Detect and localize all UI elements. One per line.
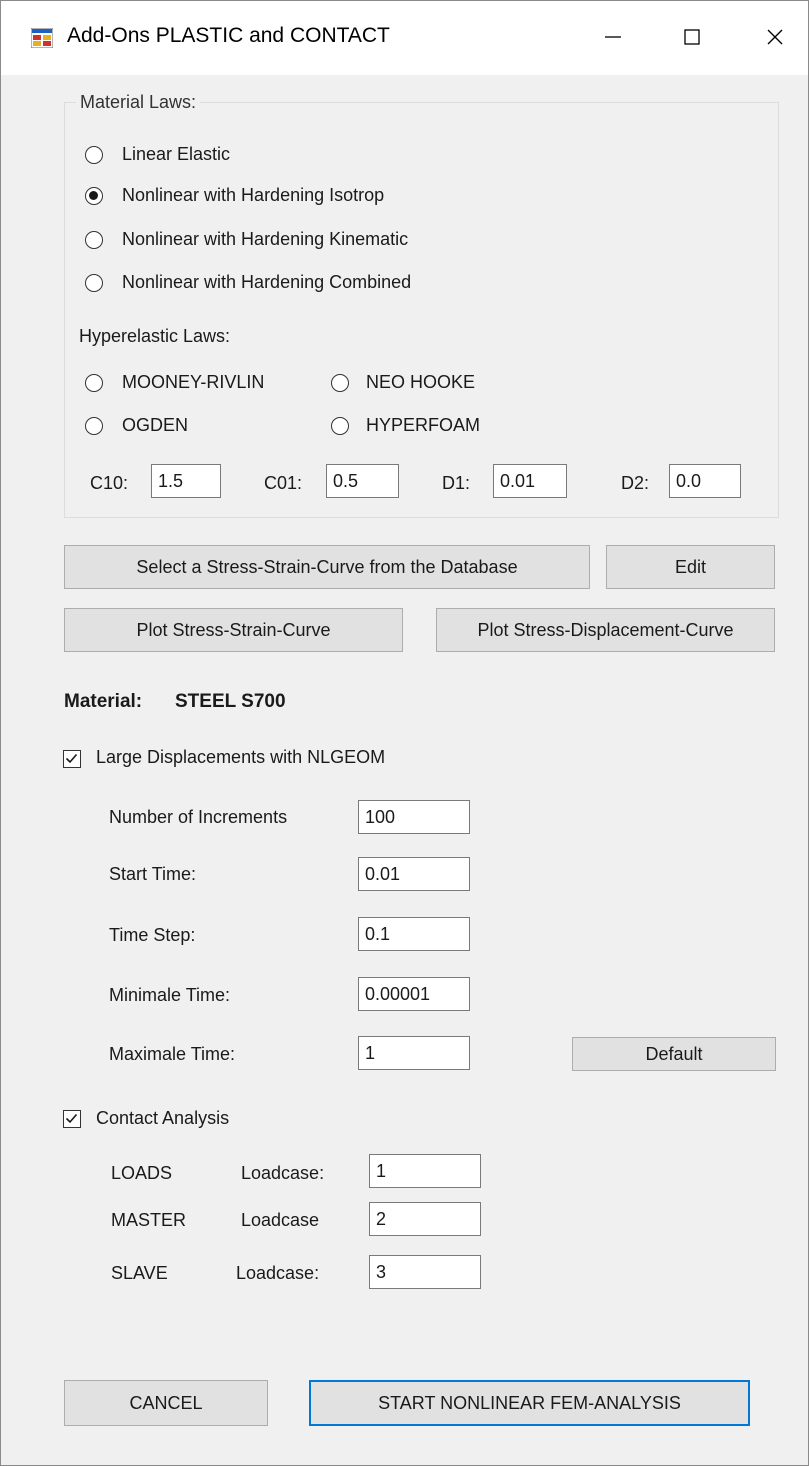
increments-input[interactable] [358,800,470,834]
close-icon [767,29,783,45]
time-step-input[interactable] [358,917,470,951]
c01-label: C01: [264,473,303,493]
title-bar[interactable]: Add-Ons PLASTIC and CONTACT [1,1,808,75]
contact-label[interactable]: Contact Analysis [96,1108,229,1129]
minimize-button[interactable] [586,15,640,59]
d1-input[interactable] [493,464,567,498]
dialog-window: Add-Ons PLASTIC and CONTACT Material Law… [0,0,809,1466]
radio-mooney-rivlin[interactable] [85,374,103,392]
max-time-input[interactable] [358,1036,470,1070]
window-title: Add-Ons PLASTIC and CONTACT [67,24,390,47]
minimize-icon [605,36,621,38]
start-time-label: Start Time: [109,864,197,884]
radio-mooney-rivlin-label[interactable]: MOONEY-RIVLIN [122,372,264,393]
checkmark-icon [65,753,78,764]
min-time-label: Minimale Time: [109,985,231,1005]
radio-hardening-combined[interactable] [85,274,103,292]
start-time-input[interactable] [358,857,470,891]
start-analysis-button[interactable]: START NONLINEAR FEM-ANALYSIS [309,1380,750,1426]
nlgeom-checkbox[interactable] [63,750,81,768]
radio-ogden[interactable] [85,417,103,435]
app-icon [31,28,53,48]
radio-linear-elastic-label[interactable]: Linear Elastic [122,144,230,165]
slave-loadcase-input[interactable] [369,1255,481,1289]
d2-input[interactable] [669,464,741,498]
radio-hardening-combined-label[interactable]: Nonlinear with Hardening Combined [122,272,411,293]
radio-ogden-label[interactable]: OGDEN [122,415,188,436]
maximize-icon [684,29,700,45]
radio-hardening-kinematic-label[interactable]: Nonlinear with Hardening Kinematic [122,229,408,250]
loads-loadcase-label: Loadcase: [241,1163,325,1183]
radio-neo-hooke[interactable] [331,374,349,392]
loads-name: LOADS [111,1163,173,1183]
max-time-label: Maximale Time: [109,1044,236,1064]
material-label: Material: [64,691,143,712]
d2-label: D2: [621,473,650,493]
slave-name: SLAVE [111,1263,168,1283]
hyperelastic-laws-label: Hyperelastic Laws: [79,326,231,346]
plot-stress-displacement-button[interactable]: Plot Stress-Displacement-Curve [436,608,775,652]
material-laws-label: Material Laws: [76,92,201,113]
radio-hyperfoam-label[interactable]: HYPERFOAM [366,415,480,436]
default-button[interactable]: Default [572,1037,776,1071]
time-step-label: Time Step: [109,925,196,945]
edit-button[interactable]: Edit [606,545,775,589]
radio-hyperfoam[interactable] [331,417,349,435]
cancel-button[interactable]: CANCEL [64,1380,268,1426]
radio-hardening-kinematic[interactable] [85,231,103,249]
c10-input[interactable] [151,464,221,498]
master-name: MASTER [111,1210,187,1230]
material-value: STEEL S700 [175,691,286,712]
increments-label: Number of Increments [109,807,288,827]
contact-checkbox[interactable] [63,1110,81,1128]
radio-linear-elastic[interactable] [85,146,103,164]
d1-label: D1: [442,473,471,493]
c01-input[interactable] [326,464,399,498]
close-button[interactable] [748,15,802,59]
radio-hardening-isotrop[interactable] [85,187,103,205]
nlgeom-label[interactable]: Large Displacements with NLGEOM [96,747,385,768]
radio-neo-hooke-label[interactable]: NEO HOOKE [366,372,475,393]
plot-stress-strain-button[interactable]: Plot Stress-Strain-Curve [64,608,403,652]
checkmark-icon [65,1113,78,1124]
slave-loadcase-label: Loadcase: [236,1263,320,1283]
master-loadcase-label: Loadcase [241,1210,320,1230]
maximize-button[interactable] [665,15,719,59]
loads-loadcase-input[interactable] [369,1154,481,1188]
c10-label: C10: [90,473,129,493]
select-curve-button[interactable]: Select a Stress-Strain-Curve from the Da… [64,545,590,589]
master-loadcase-input[interactable] [369,1202,481,1236]
min-time-input[interactable] [358,977,470,1011]
radio-hardening-isotrop-label[interactable]: Nonlinear with Hardening Isotrop [122,185,384,206]
